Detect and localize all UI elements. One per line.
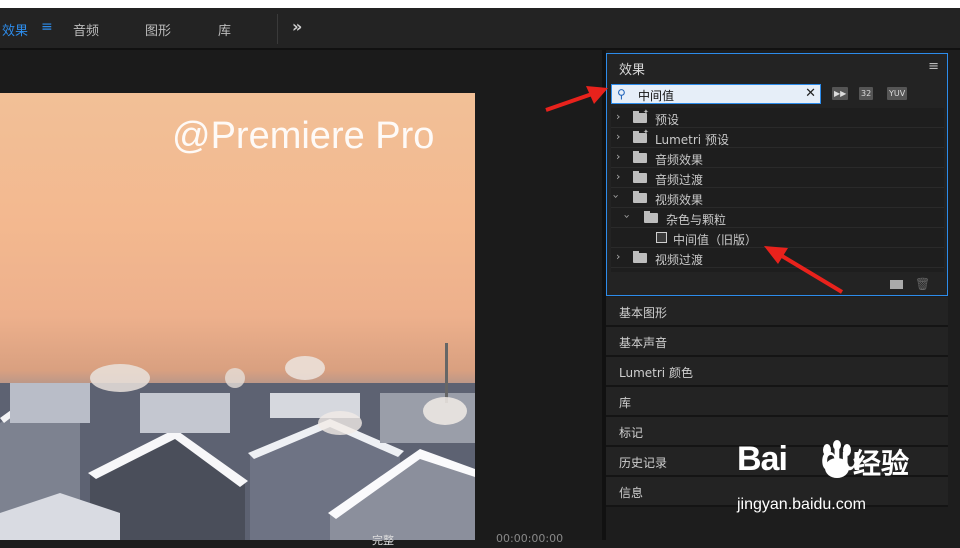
- clear-search-icon[interactable]: ✕: [805, 86, 816, 101]
- chevron-down-icon[interactable]: ›: [610, 194, 623, 198]
- search-icon: ⚲: [617, 87, 626, 101]
- panel-label: 基本图形: [619, 306, 668, 320]
- tree-item-label: 中间值（旧版）: [673, 233, 758, 247]
- chevron-right-icon[interactable]: ›: [616, 150, 620, 163]
- program-monitor: @Premiere Pro: [0, 50, 602, 540]
- tree-item-noise-grain[interactable]: › 杂色与颗粒: [611, 208, 944, 228]
- search-input[interactable]: 中间值: [638, 87, 674, 104]
- folder-icon: [633, 151, 647, 163]
- tree-item-label: 视频效果: [655, 193, 704, 207]
- tree-item-video-effects[interactable]: › 视频效果: [610, 188, 944, 208]
- tree-item-video-transitions[interactable]: › 视频过渡: [611, 248, 944, 268]
- effects-search[interactable]: ⚲ 中间值 ✕: [611, 84, 821, 104]
- preset-folder-icon: ✦: [633, 108, 649, 123]
- chevron-right-icon[interactable]: ›: [616, 130, 620, 143]
- fit-dropdown[interactable]: 完整: [372, 532, 394, 548]
- panel-label: 历史记录: [619, 456, 668, 470]
- folder-icon: [633, 191, 647, 203]
- workspace-tab-effects[interactable]: 效果: [2, 20, 28, 39]
- jingyan-url: jingyan.baidu.com: [737, 496, 866, 513]
- tree-item-label: Lumetri 预设: [655, 133, 729, 147]
- panel-lumetri-color[interactable]: Lumetri 颜色: [606, 357, 948, 387]
- panel-essential-sound[interactable]: 基本声音: [606, 327, 948, 357]
- chevron-right-icon[interactable]: ›: [616, 250, 620, 263]
- jingyan-label: 经验: [853, 447, 910, 480]
- double-chevron-right-icon[interactable]: »: [292, 17, 302, 36]
- hamburger-icon[interactable]: ≡: [41, 19, 53, 35]
- panel-label: 信息: [619, 486, 644, 500]
- 32bit-effects-icon[interactable]: 32: [859, 87, 874, 100]
- accelerated-effects-icon[interactable]: ▶▶: [832, 87, 849, 100]
- tree-item-presets[interactable]: › ✦ 预设: [611, 108, 944, 128]
- tree-item-audio-transitions[interactable]: › 音频过渡: [611, 168, 944, 188]
- workspace-divider: [277, 14, 278, 44]
- effects-panel: 效果 ≡ ⚲ 中间值 ✕ ▶▶ 32 YUV › ✦ 预设 › ✦ Lumetr…: [606, 53, 948, 296]
- effect-icon: [656, 232, 667, 243]
- snowy-rooftops-scene: [0, 343, 475, 540]
- tree-item-audio-effects[interactable]: › 音频效果: [611, 148, 944, 168]
- yuv-effects-icon[interactable]: YUV: [887, 87, 908, 100]
- folder-icon: [633, 171, 647, 183]
- workspace-tab-audio[interactable]: 音频: [73, 20, 99, 39]
- chevron-right-icon[interactable]: ›: [616, 110, 620, 123]
- tree-item-lumetri-presets[interactable]: › ✦ Lumetri 预设: [611, 128, 944, 148]
- tree-item-label: 音频过渡: [655, 173, 704, 187]
- tree-item-median-legacy[interactable]: 中间值（旧版）: [611, 228, 944, 248]
- tree-item-label: 音频效果: [655, 153, 704, 167]
- tree-item-label: 视频过渡: [655, 253, 704, 267]
- tree-item-label: 杂色与颗粒: [666, 213, 727, 227]
- panel-label: 基本声音: [619, 336, 668, 350]
- preset-folder-icon: ✦: [633, 128, 649, 143]
- workspace-tab-graphics[interactable]: 图形: [145, 20, 171, 39]
- premiere-watermark: @Premiere Pro: [172, 115, 435, 157]
- trash-icon[interactable]: 🗑: [915, 277, 930, 291]
- video-frame: @Premiere Pro: [0, 93, 475, 540]
- folder-icon: [633, 251, 647, 263]
- panel-label: Lumetri 颜色: [619, 366, 693, 380]
- new-bin-icon[interactable]: [890, 280, 903, 289]
- paw-icon: [823, 440, 851, 478]
- window-top-edge: [0, 0, 960, 8]
- effects-tree: › ✦ 预设 › ✦ Lumetri 预设 › 音频效果 › 音频过渡 › 视频…: [610, 108, 944, 272]
- baidu-jingyan-watermark: Baidu 经验 jingyan.baidu.com: [737, 440, 957, 520]
- folder-icon: [644, 211, 658, 223]
- panel-libraries[interactable]: 库: [606, 387, 948, 417]
- timecode: 00:00:00:00: [496, 532, 564, 545]
- workspace-bar: 效果 ≡ 音频 图形 库 »: [0, 8, 960, 50]
- panel-essential-graphics[interactable]: 基本图形: [606, 297, 948, 327]
- panel-label: 库: [619, 396, 632, 410]
- panel-menu-icon[interactable]: ≡: [928, 59, 939, 74]
- chevron-down-icon[interactable]: ›: [621, 214, 634, 218]
- effects-panel-title: 效果: [619, 63, 646, 78]
- chevron-right-icon[interactable]: ›: [616, 170, 620, 183]
- workspace-tab-libraries[interactable]: 库: [218, 20, 231, 39]
- tree-item-label: 预设: [655, 113, 680, 127]
- panel-label: 标记: [619, 426, 644, 440]
